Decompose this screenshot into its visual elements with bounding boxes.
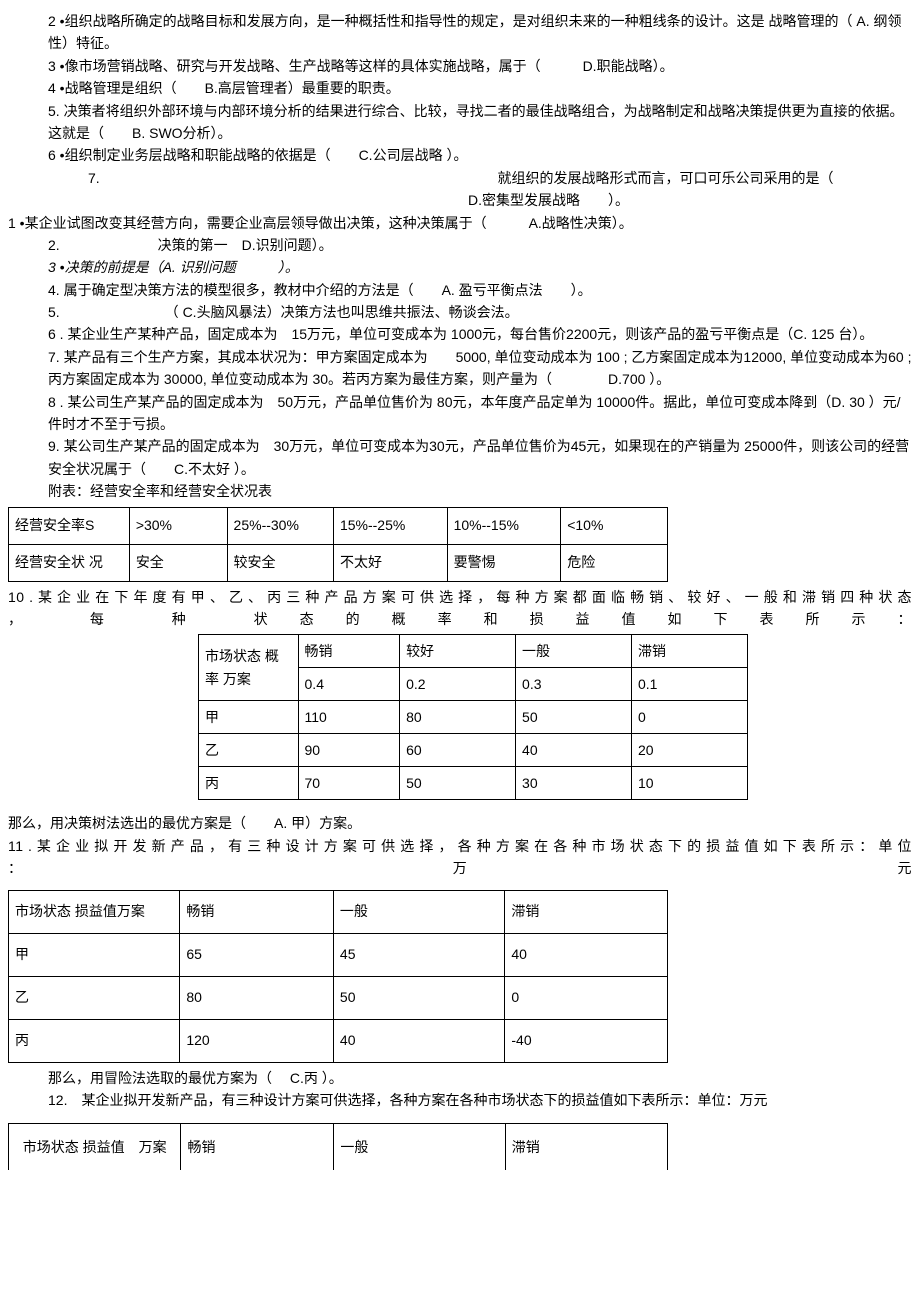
cell: 0.4 [298, 668, 400, 701]
cell: 较安全 [227, 544, 333, 581]
table-row: 甲 65 45 40 [9, 933, 668, 976]
risk-table: 市场状态 损益值万案 畅销 一般 滞销 甲 65 45 40 乙 80 50 0… [8, 890, 668, 1063]
cell: 安全 [129, 544, 227, 581]
cell: 丙 [199, 767, 299, 800]
q7-num: 7. [8, 167, 100, 189]
corner-cell: 市场状态 概率 万案 [199, 635, 299, 701]
cell: 较好 [400, 635, 516, 668]
q11-answer: 那么，用冒险法选取的最优方案为（ C.丙 ）。 [8, 1067, 912, 1089]
table-row: 市场状态 损益值万案 畅销 一般 滞销 [9, 890, 668, 933]
cell: 120 [180, 1019, 334, 1062]
cell: 45 [333, 933, 504, 976]
cell: 畅销 [181, 1124, 334, 1171]
cell: 30 [516, 767, 632, 800]
cell: 50 [333, 976, 504, 1019]
cell: 15%--25% [333, 507, 447, 544]
cell: 一般 [516, 635, 632, 668]
q7-line1: 7. 就组织的发展战略形式而言，可口可乐公司采用的是（ [8, 167, 912, 189]
q3: 3 •像市场营销战略、研究与开发战略、生产战略等这样的具体实施战略，属于（ D.… [8, 55, 912, 77]
cell: 0 [632, 701, 748, 734]
q5: 5. 决策者将组织外部环境与内部环境分析的结果进行综合、比较，寻找二者的最佳战略… [8, 100, 912, 145]
safety-table: 经营安全率S >30% 25%--30% 15%--25% 10%--15% <… [8, 507, 668, 582]
table-row: 甲 110 80 50 0 [199, 701, 748, 734]
q6: 6 •组织制定业务层战略和职能战略的依据是（ C.公司层战略 ）。 [8, 144, 912, 166]
cell: 50 [400, 767, 516, 800]
cell: 0 [505, 976, 668, 1019]
cell: 要警惕 [447, 544, 561, 581]
q6b: 6 . 某企业生产某种产品，固定成本为 15万元，单位可变成本为 1000元，每… [8, 323, 912, 345]
table-row: 乙 90 60 40 20 [199, 734, 748, 767]
q10: 10 . 某 企 业 在 下 年 度 有 甲 、 乙 、 丙 三 种 产 品 方… [8, 586, 912, 631]
q12-table: 市场状态 损益值 万案 畅销 一般 滞销 [8, 1123, 668, 1170]
q7-line2: D.密集型发展战略 ）。 [8, 189, 912, 211]
cell: 乙 [9, 976, 180, 1019]
table-row: 市场状态 损益值 万案 畅销 一般 滞销 [9, 1124, 668, 1171]
cell: 不太好 [333, 544, 447, 581]
corner-cell: 市场状态 损益值万案 [9, 890, 180, 933]
cell: 110 [298, 701, 400, 734]
cell: 经营安全状 况 [9, 544, 130, 581]
cell: 甲 [9, 933, 180, 976]
cell: 90 [298, 734, 400, 767]
cell: 畅销 [298, 635, 400, 668]
q9b: 9. 某公司生产某产品的固定成本为 30万元，单位可变成本为30元，产品单位售价… [8, 435, 912, 480]
cell: 滞销 [632, 635, 748, 668]
cell: 畅销 [180, 890, 334, 933]
cell: >30% [129, 507, 227, 544]
cell: 80 [180, 976, 334, 1019]
cell: 65 [180, 933, 334, 976]
q12: 12. 某企业拟开发新产品，有三种设计方案可供选择，各种方案在各种市场状态下的损… [8, 1089, 912, 1111]
cell: 80 [400, 701, 516, 734]
cell: 25%--30% [227, 507, 333, 544]
cell: 40 [333, 1019, 504, 1062]
cell: 一般 [334, 1124, 505, 1171]
table-row: 丙 70 50 30 10 [199, 767, 748, 800]
cell: 危险 [561, 544, 668, 581]
q10-answer: 那么，用决策树法选出的最优方案是（ A. 甲）方案。 [8, 812, 912, 834]
q1b: 1 •某企业试图改变其经营方向，需要企业高层领导做出决策，这种决策属于（ A.战… [8, 212, 912, 234]
corner-cell: 市场状态 损益值 万案 [9, 1124, 181, 1171]
cell: -40 [505, 1019, 668, 1062]
cell: 10 [632, 767, 748, 800]
cell: 丙 [9, 1019, 180, 1062]
cell: 40 [505, 933, 668, 976]
cell: <10% [561, 507, 668, 544]
cell: 60 [400, 734, 516, 767]
q2: 2 •组织战略所确定的战略目标和发展方向，是一种概括性和指导性的规定，是对组织未… [8, 10, 912, 55]
cell: 0.1 [632, 668, 748, 701]
table-row: 丙 120 40 -40 [9, 1019, 668, 1062]
cell: 0.3 [516, 668, 632, 701]
table-row: 乙 80 50 0 [9, 976, 668, 1019]
cell: 滞销 [505, 890, 668, 933]
q7-2: 7. 某产品有三个生产方案，其成本状况为：甲方案固定成本为 5000, 单位变动… [8, 346, 912, 391]
q11: 11 . 某 企 业 拟 开 发 新 产 品 ， 有 三 种 设 计 方 案 可… [8, 835, 912, 880]
q3b: 3 •决策的前提是（A. 识别问题 ）。 [8, 256, 912, 278]
cell: 20 [632, 734, 748, 767]
cell: 滞销 [505, 1124, 667, 1171]
cell: 经营安全率S [9, 507, 130, 544]
q4b: 4. 属于确定型决策方法的模型很多，教材中介绍的方法是（ A. 盈亏平衡点法 ）… [8, 279, 912, 301]
q7-text: 就组织的发展战略形式而言，可口可乐公司采用的是（ [497, 170, 833, 186]
cell: 乙 [199, 734, 299, 767]
q2b: 2. 决策的第一 D.识别问题）。 [8, 234, 912, 256]
q5b: 5. （ C.头脑风暴法）决策方法也叫思维共振法、畅谈会法。 [8, 301, 912, 323]
decision-tree-table: 市场状态 概率 万案 畅销 较好 一般 滞销 0.4 0.2 0.3 0.1 甲… [198, 634, 748, 800]
cell: 10%--15% [447, 507, 561, 544]
attach-label: 附表：经营安全率和经营安全状况表 [8, 480, 912, 502]
q4: 4 •战略管理是组织（ B.高层管理者）最重要的职责。 [8, 77, 912, 99]
cell: 一般 [333, 890, 504, 933]
cell: 50 [516, 701, 632, 734]
cell: 0.2 [400, 668, 516, 701]
table-row: 经营安全状 况 安全 较安全 不太好 要警惕 危险 [9, 544, 668, 581]
table-row: 经营安全率S >30% 25%--30% 15%--25% 10%--15% <… [9, 507, 668, 544]
table-row: 市场状态 概率 万案 畅销 较好 一般 滞销 [199, 635, 748, 668]
cell: 甲 [199, 701, 299, 734]
cell: 40 [516, 734, 632, 767]
cell: 70 [298, 767, 400, 800]
q8b: 8 . 某公司生产某产品的固定成本为 50万元，产品单位售价为 80元，本年度产… [8, 391, 912, 436]
